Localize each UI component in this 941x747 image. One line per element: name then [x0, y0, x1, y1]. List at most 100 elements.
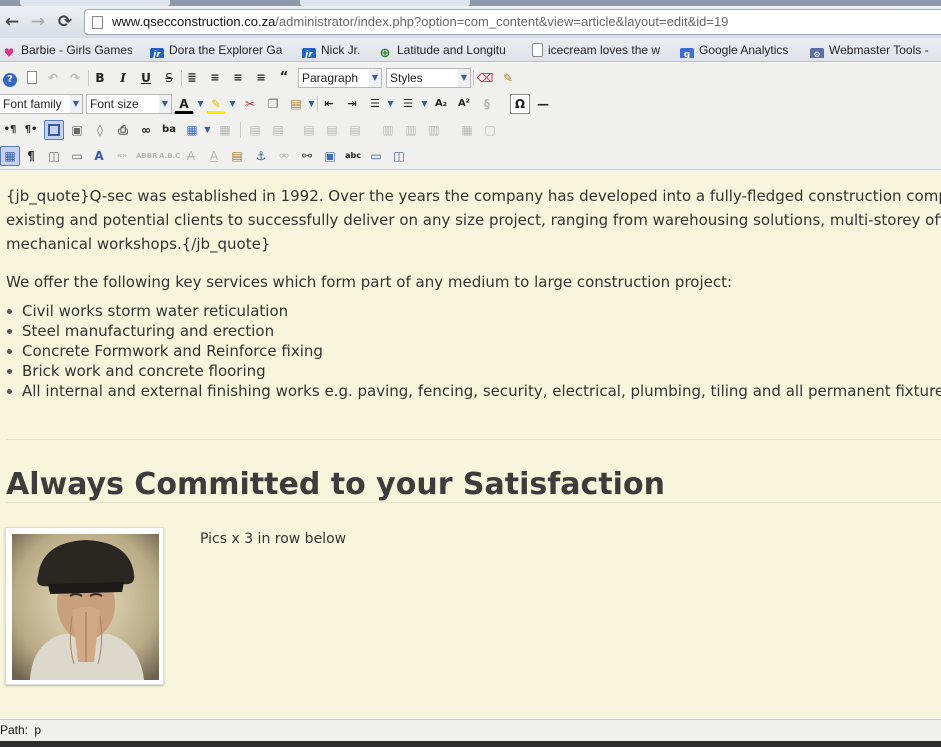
abbr-button[interactable]: ABBR — [135, 146, 157, 166]
preview-button[interactable]: ▣ — [67, 120, 87, 140]
superscript-button[interactable]: A² — [454, 94, 474, 114]
man-photo[interactable] — [5, 527, 164, 685]
back-button[interactable]: ← — [2, 12, 22, 32]
align-left-button[interactable]: ≡ — [228, 68, 248, 88]
paste-icon: ▤ — [290, 97, 302, 111]
pagebreak-icon: ▭ — [370, 149, 382, 163]
replace-button[interactable]: ba — [159, 120, 179, 140]
strikethrough-button[interactable]: S — [159, 68, 179, 88]
acronym-button[interactable]: A.B.C — [158, 146, 180, 166]
horizontal-rule-button[interactable]: — — [533, 94, 553, 114]
redo-button[interactable]: ↷ — [65, 68, 85, 88]
numbered-list-button[interactable]: ☰ — [365, 94, 385, 114]
styles-select[interactable]: Styles ▼ — [386, 68, 471, 88]
delete-table-button[interactable]: ▦ — [215, 120, 235, 140]
chevron-down-icon[interactable]: ▼ — [307, 94, 316, 114]
anchor-button[interactable]: ⚓ — [251, 146, 271, 166]
address-bar[interactable]: www.qsecconstruction.co.za/administrator… — [84, 9, 941, 35]
forward-button[interactable]: → — [28, 12, 48, 32]
list-item: Steel manufacturing and erection — [6, 321, 941, 341]
cell-props-button[interactable]: ▤ — [268, 120, 288, 140]
pagebreak-button[interactable]: ▭ — [366, 146, 386, 166]
html-source-button[interactable]: ◊ — [90, 120, 110, 140]
delete-row-button[interactable]: ▤ — [345, 120, 365, 140]
del-button[interactable]: A — [181, 146, 201, 166]
font-family-select[interactable]: Font family ▼ — [0, 94, 83, 114]
cite-button[interactable]: «» — [112, 146, 132, 166]
insert-col-after-button[interactable]: ▥ — [401, 120, 421, 140]
find-button[interactable]: ∞ — [136, 120, 156, 140]
eraser-button[interactable]: ⌫ — [475, 68, 495, 88]
align-full-button[interactable]: ≣ — [182, 68, 202, 88]
underline-button[interactable]: U — [136, 68, 156, 88]
undo-button[interactable]: ↶ — [43, 68, 63, 88]
split-cells-button[interactable]: ▦ — [457, 120, 477, 140]
ins-button[interactable]: A — [204, 146, 224, 166]
reload-button[interactable]: ⟳ — [55, 12, 75, 32]
help-button[interactable]: ? — [0, 68, 20, 88]
new-document-button[interactable] — [22, 68, 42, 88]
ltr-button[interactable]: •¶ — [0, 120, 20, 140]
font-size-select[interactable]: Font size ▼ — [86, 94, 172, 114]
paste-button[interactable]: ▤ — [286, 94, 306, 114]
bookmark-webmaster[interactable]: ⚙ Webmaster Tools - — [810, 42, 941, 58]
format-select-value: Paragraph — [302, 71, 359, 85]
merge-cells-button[interactable]: ▢ — [480, 120, 500, 140]
bookmark-analytics[interactable]: g Google Analytics — [680, 42, 800, 58]
font-size-value: Font size — [90, 97, 139, 111]
indent-button[interactable]: ⇥ — [342, 94, 362, 114]
bookmark-icecream[interactable]: icecream loves the w — [532, 42, 668, 58]
rtl-button[interactable]: ¶• — [21, 120, 41, 140]
attribs-button[interactable]: ▤ — [227, 146, 247, 166]
insert-col-before-button[interactable]: ▥ — [378, 120, 398, 140]
highlight-color-button[interactable]: ✎ — [206, 94, 226, 114]
editor-content[interactable]: {jb_quote}Q-sec was established in 1992.… — [0, 171, 941, 718]
template-button[interactable]: ◫ — [389, 146, 409, 166]
row-props-button[interactable]: ▤ — [245, 120, 265, 140]
subscript-button[interactable]: A₂ — [431, 94, 451, 114]
table-button[interactable]: ▦ — [182, 120, 202, 140]
bookmark-latitude[interactable]: ⊕ Latitude and Longitu — [378, 42, 518, 58]
highlighter-icon: ✎ — [210, 97, 222, 111]
insert-row-after-button[interactable]: ▤ — [322, 120, 342, 140]
blockquote-button[interactable]: “ — [274, 68, 294, 88]
chevron-down-icon: ▼ — [159, 95, 171, 113]
chevron-down-icon[interactable]: ▼ — [203, 120, 212, 140]
chevron-down-icon[interactable]: ▼ — [196, 94, 205, 114]
print-button[interactable]: ⎙ — [113, 120, 133, 140]
show-blocks-button[interactable]: ¶ — [21, 146, 41, 166]
special-character-button[interactable]: Ω — [510, 94, 530, 114]
bookmark-dora[interactable]: jr Dora the Explorer Ga — [150, 42, 288, 58]
align-right-button[interactable]: ≡ — [251, 68, 271, 88]
styleprops-button[interactable]: A — [89, 146, 109, 166]
photo-caption: Pics x 3 in row below — [200, 531, 347, 547]
bookmark-nickjr[interactable]: jr Nick Jr. — [302, 42, 368, 58]
preview-icon: ▣ — [71, 123, 83, 137]
italic-button[interactable]: I — [113, 68, 133, 88]
delete-col-button[interactable]: ▥ — [424, 120, 444, 140]
spellcheck-button[interactable]: abc — [343, 146, 363, 166]
absolute-button[interactable]: ▭ — [67, 146, 87, 166]
image-button[interactable]: ▣ — [320, 146, 340, 166]
bullet-list-button[interactable]: ☰ — [398, 94, 418, 114]
outdent-button[interactable]: ⇤ — [319, 94, 339, 114]
chevron-down-icon[interactable]: ▼ — [386, 94, 395, 114]
link-button[interactable]: ⚯ — [297, 146, 317, 166]
visual-aid-button[interactable]: ▦ — [0, 146, 20, 166]
insert-layer-button[interactable]: ◫ — [44, 146, 64, 166]
unlink-button[interactable]: ⚮ — [274, 146, 294, 166]
chevron-down-icon[interactable]: ▼ — [228, 94, 237, 114]
format-select[interactable]: Paragraph ▼ — [298, 68, 382, 88]
font-color-button[interactable]: A — [174, 94, 194, 114]
cut-button[interactable]: ✂ — [240, 94, 260, 114]
bookmark-barbie[interactable]: ♥ Barbie - Girls Games — [2, 42, 132, 58]
cleanup-button[interactable]: ✎ — [498, 68, 518, 88]
chevron-down-icon[interactable]: ▼ — [420, 94, 429, 114]
char-map-disabled-button[interactable]: § — [477, 94, 497, 114]
bold-button[interactable]: B — [90, 68, 110, 88]
insert-row-before-button[interactable]: ▤ — [299, 120, 319, 140]
copy-button[interactable]: ❐ — [263, 94, 283, 114]
align-center-button[interactable]: ≡ — [205, 68, 225, 88]
fullscreen-button[interactable] — [44, 120, 64, 140]
path-value[interactable]: p — [34, 723, 41, 737]
